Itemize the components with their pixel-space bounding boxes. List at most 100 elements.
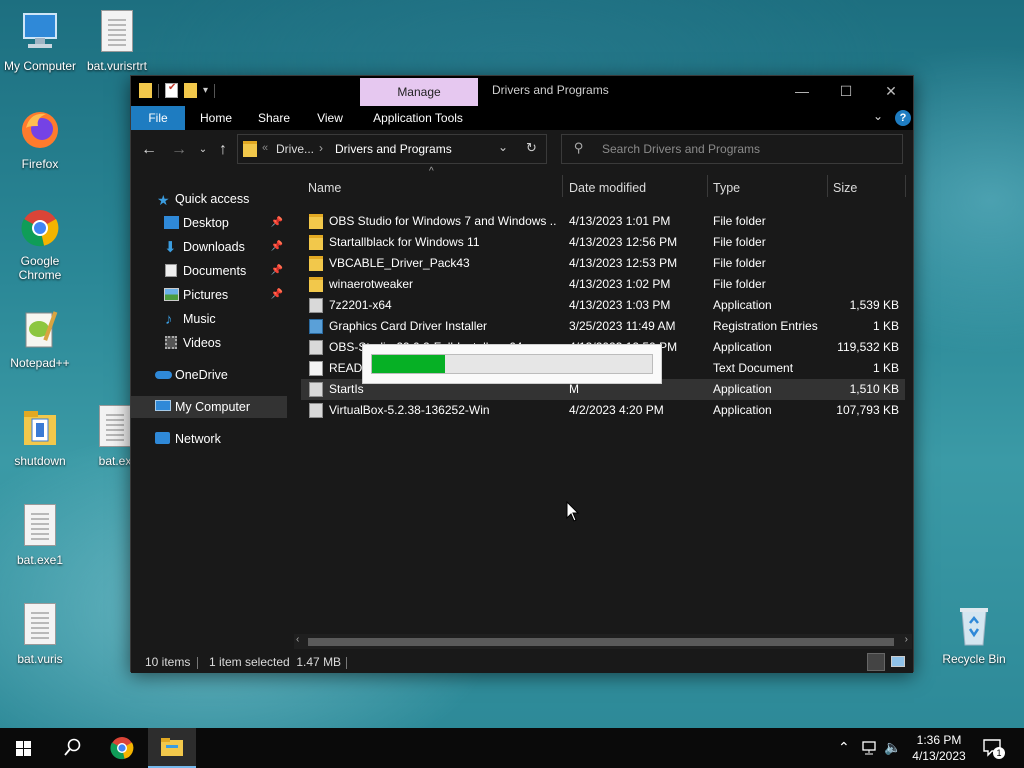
- sidebar-item-downloads[interactable]: ⬇ Downloads 📌: [131, 236, 287, 258]
- computer-icon: [155, 400, 171, 411]
- column-divider: [707, 175, 708, 197]
- ribbon-tabs: File Home Share View Application Tools ⌄…: [131, 106, 913, 130]
- sidebar-item-videos[interactable]: Videos: [131, 332, 287, 354]
- breadcrumb-current[interactable]: Drivers and Programs: [335, 142, 452, 156]
- desktop-icon-bat-vuris[interactable]: bat.vuris: [0, 603, 80, 666]
- file-icon: [95, 10, 139, 56]
- details-view-icon[interactable]: [867, 653, 885, 671]
- document-icon: [165, 264, 177, 277]
- horizontal-scrollbar[interactable]: ‹ ›: [294, 634, 912, 649]
- chrome-icon: [18, 205, 62, 251]
- tab-view[interactable]: View: [303, 106, 357, 130]
- desktop-icon-notepad-plus-plus[interactable]: Notepad++: [0, 307, 80, 370]
- sidebar-item-onedrive[interactable]: OneDrive: [131, 364, 287, 386]
- forward-arrow-icon[interactable]: →: [169, 141, 189, 159]
- tab-home[interactable]: Home: [189, 106, 243, 130]
- table-row[interactable]: VBCABLE_Driver_Pack43 4/13/2023 12:53 PM F…: [301, 253, 905, 274]
- pin-icon[interactable]: 📌: [271, 212, 283, 234]
- refresh-icon[interactable]: ↻: [526, 140, 537, 156]
- pin-icon[interactable]: 📌: [271, 236, 283, 258]
- sidebar-item-network[interactable]: Network: [131, 428, 287, 450]
- table-row[interactable]: VirtualBox-5.2.38-136252-Win 4/2/2023 4:2…: [301, 400, 905, 421]
- table-row[interactable]: OBS Studio for Windows 7 and Windows ...…: [301, 211, 905, 232]
- desktop-icon-google-chrome[interactable]: Google Chrome: [0, 205, 80, 282]
- desktop-icon-label: bat.vuris: [17, 652, 63, 666]
- start-button[interactable]: [0, 728, 48, 768]
- column-header-date-modified[interactable]: Date modified: [569, 175, 705, 201]
- sidebar-item-quick-access[interactable]: ★ Quick access: [131, 188, 287, 210]
- navigation-bar: ← → ⌄ ↑ « Drive... › Drivers and Program…: [131, 130, 913, 170]
- show-hidden-icons-button[interactable]: ⌃: [838, 739, 850, 768]
- back-arrow-icon[interactable]: ←: [139, 141, 159, 159]
- desktop-icon-label: Recycle Bin: [942, 652, 1006, 666]
- sidebar-item-pictures[interactable]: Pictures 📌: [131, 284, 287, 306]
- desktop-icon-bat-vurisrtrt[interactable]: bat.vurisrtrt: [77, 10, 157, 73]
- taskbar-chrome-button[interactable]: [98, 728, 146, 768]
- search-button[interactable]: [48, 728, 96, 768]
- recent-locations-icon[interactable]: ⌄: [193, 144, 213, 155]
- tab-share[interactable]: Share: [247, 106, 301, 130]
- file-name: OBS Studio for Windows 7 and Windows ...: [329, 214, 557, 228]
- folder-icon[interactable]: [139, 83, 152, 98]
- sidebar-item-desktop[interactable]: Desktop 📌: [131, 212, 287, 234]
- item-count: 10 items: [145, 655, 191, 669]
- file-size: 119,532 KB: [837, 340, 899, 354]
- pin-icon[interactable]: 📌: [271, 284, 283, 306]
- notification-count-badge: 1: [993, 747, 1005, 759]
- address-history-dropdown-icon[interactable]: ⌄: [498, 140, 508, 154]
- registry-file-icon: [309, 319, 323, 334]
- desktop-icon-firefox[interactable]: Firefox: [0, 108, 80, 171]
- action-center-button[interactable]: 1: [982, 738, 1006, 768]
- new-folder-icon[interactable]: [184, 83, 197, 98]
- close-button[interactable]: ✕: [868, 76, 914, 106]
- sidebar-item-music[interactable]: ♪ Music: [131, 308, 287, 330]
- application-icon: [309, 298, 323, 313]
- table-row[interactable]: winaerotweaker 4/13/2023 1:02 PM File fold…: [301, 274, 905, 295]
- breadcrumb-overflow-icon[interactable]: «: [262, 142, 268, 154]
- desktop-icon-my-computer[interactable]: My Computer: [0, 10, 80, 73]
- column-header-name[interactable]: Name: [308, 175, 558, 201]
- network-tray-icon[interactable]: [862, 740, 880, 768]
- file-size: 1,510 KB: [849, 382, 899, 396]
- column-header-type[interactable]: Type: [713, 175, 823, 201]
- search-input[interactable]: Search Drivers and Programs: [602, 142, 760, 156]
- manage-context-tab[interactable]: Manage: [360, 78, 478, 106]
- videos-icon: [165, 336, 177, 349]
- title-bar[interactable]: ✔ ▾ Manage Drivers and Programs — ☐ ✕: [131, 76, 913, 106]
- table-row[interactable]: Startallblack for Windows 11 4/13/2023 12…: [301, 232, 905, 253]
- tab-file[interactable]: File: [131, 106, 185, 130]
- customize-toolbar-icon[interactable]: ▾: [203, 85, 208, 96]
- scrollbar-thumb[interactable]: [308, 638, 894, 646]
- pin-icon[interactable]: 📌: [271, 260, 283, 282]
- maximize-button[interactable]: ☐: [823, 76, 869, 106]
- table-row[interactable]: 7z2201-x64 4/13/2023 1:03 PM Application 1,…: [301, 295, 905, 316]
- scroll-right-icon[interactable]: ›: [905, 634, 908, 645]
- desktop-icon-shutdown[interactable]: shutdown: [0, 405, 80, 468]
- sidebar-item-my-computer[interactable]: My Computer: [131, 396, 287, 418]
- tab-application-tools[interactable]: Application Tools: [363, 106, 473, 130]
- column-header-size[interactable]: Size: [833, 175, 903, 201]
- table-row[interactable]: Graphics Card Driver Installer 3/25/2023 …: [301, 316, 905, 337]
- properties-icon[interactable]: ✔: [165, 82, 178, 98]
- desktop-icon-label: Firefox: [21, 157, 59, 171]
- sidebar-item-documents[interactable]: Documents 📌: [131, 260, 287, 282]
- system-clock[interactable]: 1:36 PM 4/13/2023: [906, 732, 972, 764]
- minimize-button[interactable]: —: [779, 76, 825, 106]
- file-size: 1,539 KB: [849, 298, 899, 312]
- large-icons-view-icon[interactable]: [891, 656, 905, 667]
- desktop-icon-recycle-bin[interactable]: Recycle Bin: [934, 603, 1014, 666]
- sidebar-item-label: Desktop: [183, 216, 229, 230]
- search-box[interactable]: ⚲ Search Drivers and Programs: [561, 134, 903, 164]
- file-icon: [18, 603, 62, 649]
- folder-icon: [161, 738, 183, 756]
- up-arrow-icon[interactable]: ↑: [213, 141, 233, 159]
- scroll-left-icon[interactable]: ‹: [296, 634, 299, 645]
- taskbar-file-explorer-button[interactable]: [148, 728, 196, 768]
- volume-tray-icon[interactable]: 🔈: [884, 739, 901, 768]
- computer-icon: [18, 10, 62, 56]
- help-button[interactable]: ?: [895, 110, 911, 126]
- address-bar[interactable]: « Drive... › Drivers and Programs ⌄ ↻: [237, 134, 547, 164]
- expand-ribbon-icon[interactable]: ⌄: [873, 109, 883, 123]
- breadcrumb-drive[interactable]: Drive...: [276, 142, 314, 156]
- desktop-icon-bat-exe1[interactable]: bat.exe1: [0, 504, 80, 567]
